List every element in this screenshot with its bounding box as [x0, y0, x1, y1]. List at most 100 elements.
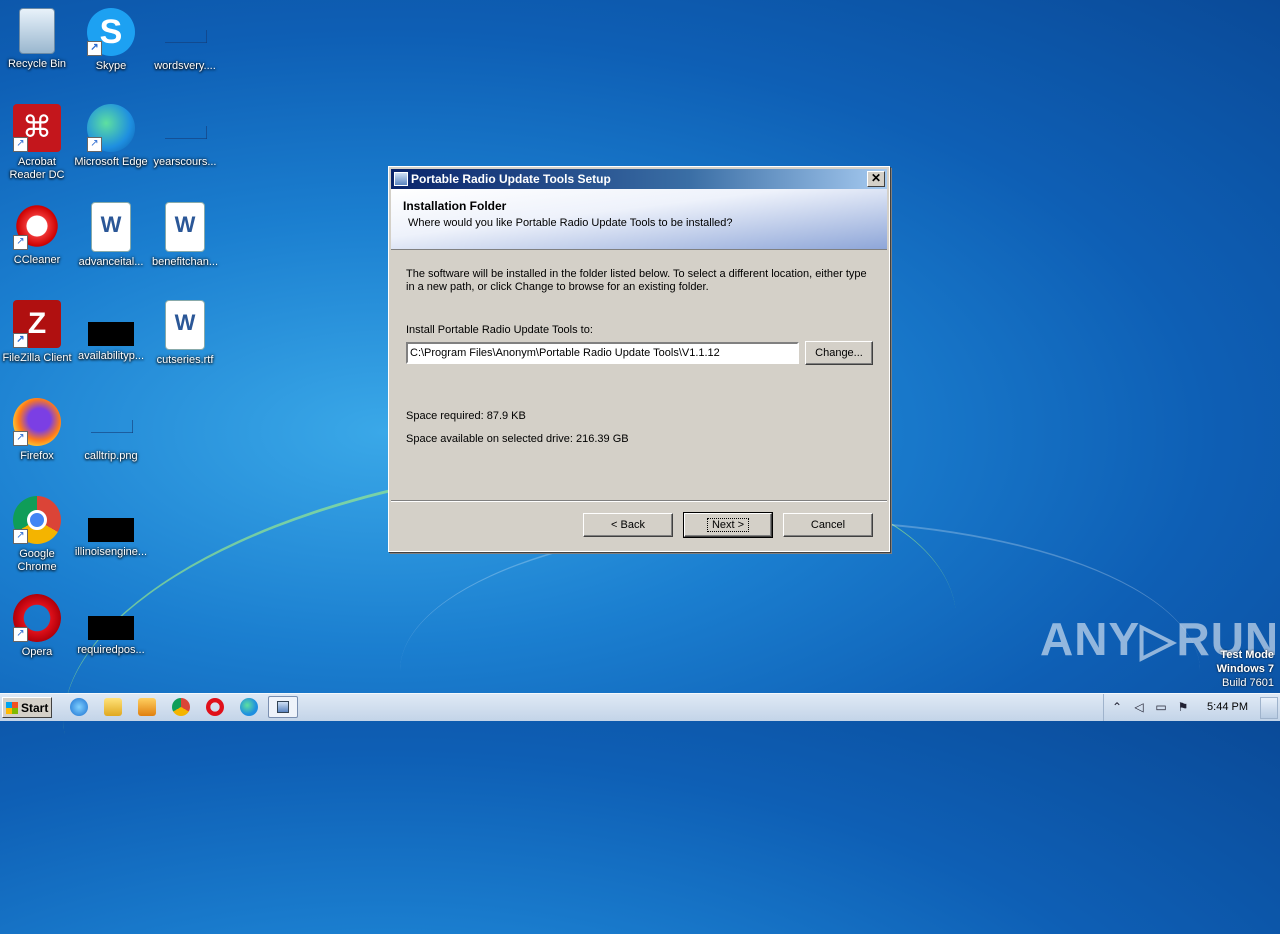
- desktop-icon-label: Skype: [95, 60, 127, 72]
- dialog-title: Portable Radio Update Tools Setup: [411, 172, 611, 186]
- setup-dialog: Portable Radio Update Tools Setup ✕ Inst…: [388, 166, 890, 552]
- chrome-icon: ↗: [13, 496, 61, 544]
- desktop-icon-label: availabilityp...: [77, 350, 145, 362]
- desktop-icon-label: Firefox: [20, 450, 54, 462]
- test-mode-notice: Test Mode Windows 7 Build 7601: [1217, 648, 1274, 690]
- back-button[interactable]: < Back: [583, 513, 673, 537]
- desktop-icon-label: Recycle Bin: [7, 58, 67, 70]
- test-mode-label: Test Mode: [1220, 649, 1274, 661]
- desktop-icon-yearscours[interactable]: yearscours...: [148, 104, 222, 169]
- desktop-icon-cutseries[interactable]: W cutseries.rtf: [148, 300, 222, 367]
- opera-icon: ↗: [13, 594, 61, 642]
- chrome-taskbar-icon[interactable]: [172, 698, 190, 716]
- show-hidden-icons-icon[interactable]: ⌃: [1110, 700, 1124, 714]
- windows-flag-icon: [6, 702, 18, 714]
- shortcut-arrow-icon: ↗: [13, 529, 28, 544]
- dialog-header-panel: Installation Folder Where would you like…: [391, 189, 887, 250]
- desktop-icon-label: Google Chrome: [17, 548, 57, 573]
- desktop-icon-opera[interactable]: ↗ Opera: [0, 594, 74, 659]
- skype-icon: S ↗: [87, 8, 135, 56]
- black-thumbnail-icon: [88, 616, 134, 640]
- word-document-icon: W: [165, 300, 205, 350]
- desktop-icon-requiredpos[interactable]: requiredpos...: [74, 594, 148, 657]
- button-separator: [391, 500, 887, 502]
- build-label: Build 7601: [1222, 677, 1274, 689]
- shortcut-arrow-icon: ↗: [13, 333, 28, 348]
- desktop-icon-edge[interactable]: ↗ Microsoft Edge: [74, 104, 148, 169]
- start-label: Start: [21, 701, 49, 715]
- desktop-icon-filezilla[interactable]: Z ↗ FileZilla Client: [0, 300, 74, 365]
- media-player-icon[interactable]: [138, 698, 156, 716]
- desktop-icon-recycle-bin[interactable]: Recycle Bin: [0, 8, 74, 71]
- system-tray: ⌃ ◁ ▭ ⚑ 5:44 PM: [1103, 694, 1280, 721]
- shortcut-arrow-icon: ↗: [13, 431, 28, 446]
- opera-taskbar-icon[interactable]: [206, 698, 224, 716]
- internet-explorer-icon[interactable]: [70, 698, 88, 716]
- close-icon[interactable]: ✕: [867, 171, 885, 187]
- space-available-text: Space available on selected drive: 216.3…: [406, 433, 629, 445]
- desktop-icon-calltrip[interactable]: calltrip.png: [74, 398, 148, 463]
- desktop-icon-skype[interactable]: S ↗ Skype: [74, 8, 148, 73]
- next-button-label: Next >: [706, 518, 750, 532]
- desktop-icon-benefitchan[interactable]: W benefitchan...: [148, 202, 222, 269]
- desktop-icon-label: requiredpos...: [77, 644, 145, 656]
- desktop-icon-label: cutseries.rtf: [156, 354, 214, 366]
- desktop-icon-label: CCleaner: [13, 254, 61, 266]
- recycle-bin-icon: [19, 8, 55, 54]
- shortcut-arrow-icon: ↗: [13, 627, 28, 642]
- desktop-icon-label: calltrip.png: [84, 450, 138, 462]
- taskbar: Start ⌃ ◁ ▭ ⚑ 5:44 PM: [0, 693, 1280, 721]
- desktop-icon-availabilityp[interactable]: availabilityp...: [74, 300, 148, 363]
- desktop-icon-chrome[interactable]: ↗ Google Chrome: [0, 496, 74, 574]
- volume-icon[interactable]: ◁: [1132, 700, 1146, 714]
- shortcut-arrow-icon: ↗: [87, 137, 102, 152]
- taskbar-clock[interactable]: 5:44 PM: [1207, 701, 1248, 713]
- word-document-icon: W: [91, 202, 131, 252]
- cancel-button[interactable]: Cancel: [783, 513, 873, 537]
- desktop-icon-wordsvery[interactable]: wordsvery....: [148, 8, 222, 73]
- os-label: Windows 7: [1216, 663, 1274, 675]
- blank-file-icon: [161, 104, 209, 152]
- body-description: The software will be installed in the fo…: [406, 268, 867, 293]
- desktop-icon-label: wordsvery....: [154, 60, 216, 72]
- action-center-flag-icon[interactable]: ⚑: [1176, 700, 1190, 714]
- filezilla-icon: Z ↗: [13, 300, 61, 348]
- blank-file-icon: [161, 8, 209, 56]
- desktop-icon-advanceital[interactable]: W advanceital...: [74, 202, 148, 269]
- desktop-icon-label: Microsoft Edge: [74, 156, 148, 168]
- install-path-label: Install Portable Radio Update Tools to:: [406, 324, 593, 336]
- desktop-icon-firefox[interactable]: ↗ Firefox: [0, 398, 74, 463]
- word-document-icon: W: [165, 202, 205, 252]
- desktop-icon-label: yearscours...: [153, 156, 217, 168]
- shortcut-arrow-icon: ↗: [13, 235, 28, 250]
- setup-app-icon: [394, 172, 408, 186]
- install-path-input[interactable]: [406, 342, 799, 364]
- edge-icon: ↗: [87, 104, 135, 152]
- desktop-icon-acrobat[interactable]: ⌘ ↗ Acrobat Reader DC: [0, 104, 74, 182]
- start-button[interactable]: Start: [2, 697, 52, 718]
- desktop-icon-ccleaner[interactable]: ↗ CCleaner: [0, 202, 74, 267]
- desktop-icon-label: FileZilla Client: [2, 352, 72, 364]
- file-explorer-icon[interactable]: [104, 698, 122, 716]
- shortcut-arrow-icon: ↗: [87, 41, 102, 56]
- show-desktop-button[interactable]: [1260, 697, 1278, 719]
- desktop-icon-label: Acrobat Reader DC: [9, 156, 65, 181]
- edge-taskbar-icon[interactable]: [240, 698, 258, 716]
- ccleaner-icon: ↗: [13, 202, 61, 250]
- header-title: Installation Folder: [403, 199, 507, 213]
- desktop-icon-illinoisengine[interactable]: illinoisengine...: [74, 496, 148, 559]
- setup-taskbar-button[interactable]: [268, 696, 298, 718]
- next-button[interactable]: Next >: [683, 512, 773, 538]
- shortcut-arrow-icon: ↗: [13, 137, 28, 152]
- black-thumbnail-icon: [88, 518, 134, 542]
- firefox-icon: ↗: [13, 398, 61, 446]
- wallpaper-swoosh-2: [400, 520, 1200, 822]
- blank-file-icon: [87, 398, 135, 446]
- black-thumbnail-icon: [88, 322, 134, 346]
- network-icon[interactable]: ▭: [1154, 700, 1168, 714]
- change-button[interactable]: Change...: [805, 341, 873, 365]
- acrobat-icon: ⌘ ↗: [13, 104, 61, 152]
- space-required-text: Space required: 87.9 KB: [406, 410, 526, 422]
- header-subtitle: Where would you like Portable Radio Upda…: [408, 217, 733, 229]
- dialog-titlebar[interactable]: Portable Radio Update Tools Setup ✕: [391, 169, 887, 189]
